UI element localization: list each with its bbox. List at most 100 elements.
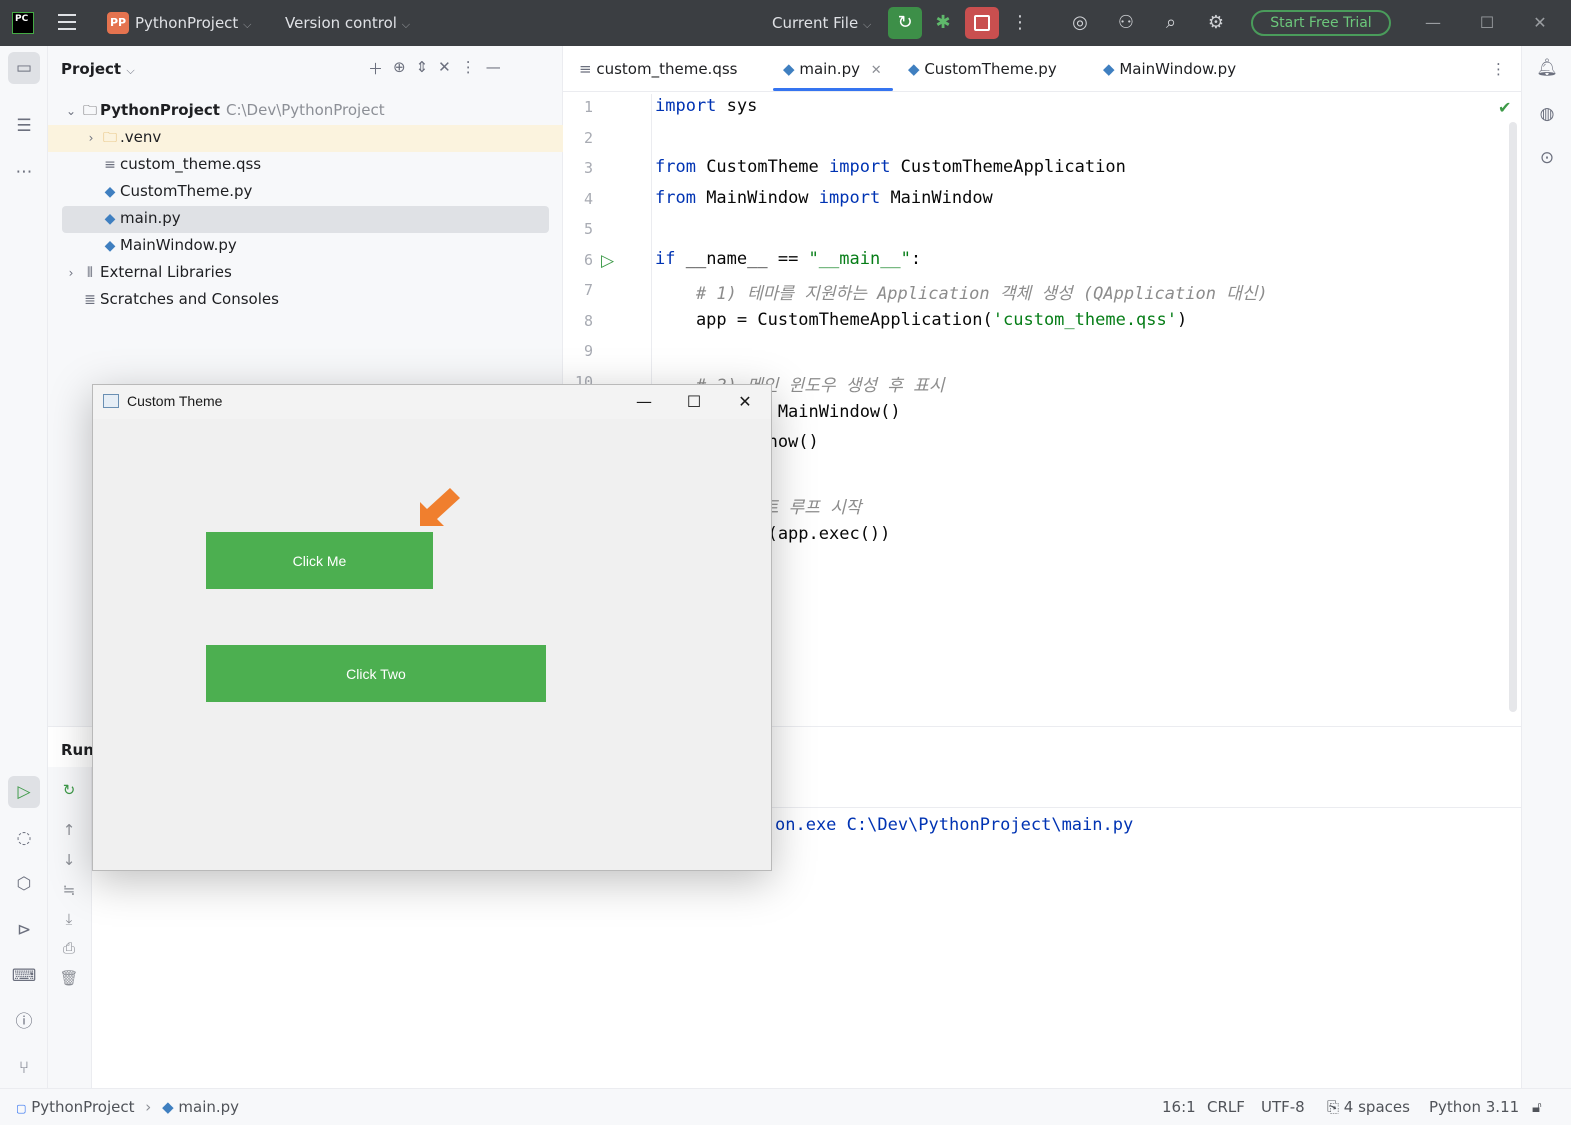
more-tools-button[interactable]: ⋯ bbox=[8, 156, 40, 188]
project-panel-title-text: Project bbox=[61, 60, 122, 78]
python-interpreter[interactable]: Python 3.11 bbox=[1429, 1098, 1519, 1116]
text-file-icon: ≡ bbox=[104, 157, 116, 173]
minimize-icon: — bbox=[1425, 13, 1441, 32]
folder-icon: 🗀 bbox=[103, 130, 117, 146]
qt-minimize-button[interactable]: — bbox=[629, 390, 659, 414]
code-line-4: from MainWindow import MainWindow bbox=[655, 188, 993, 208]
services-button[interactable]: ⊳ bbox=[8, 914, 40, 946]
tree-item-label: main.py bbox=[120, 209, 181, 227]
project-switcher[interactable]: PythonProject ⌵ bbox=[135, 14, 251, 32]
gear-icon: ⚙ bbox=[1207, 12, 1225, 33]
tab-options-button[interactable]: ⋮ bbox=[1491, 60, 1506, 78]
rerun-icon[interactable]: ↻ bbox=[58, 781, 80, 803]
tab-main-py[interactable]: ◆ main.py ✕ bbox=[783, 60, 882, 78]
maximize-button[interactable]: ☐ bbox=[1472, 10, 1502, 36]
problems-button[interactable]: ⓘ bbox=[8, 1006, 40, 1038]
arrow-down-icon[interactable]: ↓ bbox=[58, 851, 80, 873]
minimize-button[interactable]: — bbox=[1418, 10, 1448, 36]
tree-item-venv[interactable]: › 🗀 .venv bbox=[82, 124, 162, 151]
qt-close-button[interactable]: ✕ bbox=[730, 390, 760, 414]
tab-custom-theme-qss[interactable]: ≡ custom_theme.qss bbox=[579, 60, 737, 78]
lock-icon[interactable]: 🔓︎ bbox=[1532, 1098, 1542, 1116]
python-file-icon: ◆ bbox=[162, 1098, 174, 1116]
breadcrumb-file[interactable]: main.py bbox=[178, 1098, 239, 1116]
tree-item-external-libraries[interactable]: › ⫴ External Libraries bbox=[62, 259, 232, 286]
code-keyword: from bbox=[655, 188, 696, 208]
python-console-button[interactable]: ◌ bbox=[8, 822, 40, 854]
tree-item-project-root[interactable]: ⌄ 🗀 PythonProject C:\Dev\PythonProject bbox=[62, 97, 385, 124]
code-text: __name__ == bbox=[675, 249, 809, 269]
main-menu-icon[interactable] bbox=[58, 14, 76, 30]
editor-scrollbar[interactable] bbox=[1509, 122, 1517, 712]
breadcrumb-project[interactable]: PythonProject bbox=[31, 1098, 134, 1116]
qt-window-titlebar[interactable]: Custom Theme — ☐ ✕ bbox=[93, 385, 771, 419]
chevron-down-icon: ⌵ bbox=[401, 18, 411, 31]
project-tool-button[interactable]: ▭ bbox=[8, 52, 40, 84]
close-button[interactable]: ✕ bbox=[1525, 10, 1555, 36]
qt-window-title: Custom Theme bbox=[127, 393, 223, 409]
tree-item-mainwindow[interactable]: ◆ MainWindow.py bbox=[100, 232, 237, 259]
stop-icon bbox=[974, 15, 990, 31]
project-panel-toolbar: ＋ ⊕ ⇕ ✕ ⋮ — bbox=[368, 58, 501, 79]
python-packages-button[interactable]: ⬡ bbox=[8, 868, 40, 900]
git-button[interactable]: ⑂ bbox=[8, 1052, 40, 1084]
version-control-menu[interactable]: Version control ⌵ bbox=[285, 14, 410, 32]
tab-mainwindow-py[interactable]: ◆ MainWindow.py bbox=[1103, 60, 1236, 78]
click-two-button[interactable]: Click Two bbox=[206, 645, 546, 702]
terminal-button[interactable]: ⌨ bbox=[8, 960, 40, 992]
more-vertical-icon: ⋮ bbox=[1491, 60, 1506, 78]
line-number: 8 bbox=[583, 312, 593, 330]
project-panel-title[interactable]: Project ⌵ bbox=[61, 60, 135, 78]
add-icon[interactable]: ＋ bbox=[368, 58, 383, 79]
debug-button[interactable]: ✱ bbox=[930, 10, 956, 36]
bug-icon: ✱ bbox=[935, 12, 951, 33]
rerun-button[interactable]: ↻ bbox=[888, 7, 922, 39]
locate-icon[interactable]: ⊕ bbox=[393, 58, 406, 79]
run-config-selector[interactable]: Current File ⌵ bbox=[772, 14, 871, 32]
library-icon: ⫴ bbox=[87, 265, 93, 281]
collapse-all-icon[interactable]: ✕ bbox=[438, 58, 451, 79]
stop-button[interactable] bbox=[965, 7, 999, 39]
tree-item-customtheme[interactable]: ◆ CustomTheme.py bbox=[100, 178, 253, 205]
more-actions-button[interactable]: ⋮ bbox=[1007, 10, 1033, 36]
run-gutter-icon[interactable]: ▷ bbox=[601, 251, 614, 271]
tree-item-qss[interactable]: ≡ custom_theme.qss bbox=[100, 151, 261, 178]
code-string: "__main__" bbox=[808, 249, 911, 269]
arrow-up-icon[interactable]: ↑ bbox=[58, 821, 80, 843]
line-number: 2 bbox=[583, 129, 593, 147]
code-with-me-button[interactable]: ⚇ bbox=[1113, 10, 1139, 36]
options-icon[interactable]: ⋮ bbox=[461, 58, 476, 79]
python-file-icon: ◆ bbox=[783, 60, 795, 78]
editor-tabs: ≡ custom_theme.qss ◆ main.py ✕ ◆ CustomT… bbox=[563, 46, 1521, 92]
tab-customtheme-py[interactable]: ◆ CustomTheme.py bbox=[908, 60, 1057, 78]
run-tool-button[interactable]: ▷ bbox=[8, 776, 40, 808]
project-badge: PP bbox=[107, 12, 129, 34]
indent-setting[interactable]: ⎘ 4 spaces bbox=[1327, 1098, 1410, 1116]
tree-item-scratches[interactable]: ≣ Scratches and Consoles bbox=[80, 286, 279, 313]
code-keyword: import bbox=[655, 96, 717, 116]
soft-wrap-icon[interactable]: ≒ bbox=[58, 881, 80, 903]
close-icon[interactable]: ✕ bbox=[871, 63, 882, 78]
file-encoding[interactable]: UTF-8 bbox=[1261, 1098, 1305, 1116]
start-free-trial-button[interactable]: Start Free Trial bbox=[1251, 10, 1391, 36]
caret-position[interactable]: 16:1 bbox=[1162, 1098, 1196, 1116]
expand-all-icon[interactable]: ⇕ bbox=[416, 58, 429, 79]
scroll-to-end-icon[interactable]: ⤓ bbox=[58, 910, 80, 932]
qt-maximize-button[interactable]: ☐ bbox=[679, 390, 709, 414]
notifications-icon[interactable]: 🔔︎ bbox=[1534, 58, 1560, 84]
settings-button[interactable]: ⚙ bbox=[1203, 10, 1229, 36]
search-icon: ⌕ bbox=[1165, 12, 1177, 33]
coverage-icon[interactable]: ⊙ bbox=[1534, 148, 1560, 174]
hide-panel-icon[interactable]: — bbox=[486, 58, 501, 79]
ai-assistant-button[interactable]: ◎ bbox=[1067, 10, 1093, 36]
trash-icon[interactable]: 🗑︎ bbox=[58, 969, 80, 991]
inspection-ok-icon[interactable]: ✔ bbox=[1498, 98, 1511, 117]
search-button[interactable]: ⌕ bbox=[1158, 10, 1184, 36]
structure-tool-button[interactable]: ☰ bbox=[8, 110, 40, 142]
chevron-down-icon: ⌵ bbox=[863, 18, 872, 31]
ai-chat-icon[interactable]: ◍ bbox=[1534, 104, 1560, 130]
tree-item-main[interactable]: ◆ main.py bbox=[100, 205, 181, 232]
print-icon[interactable]: ⎙ bbox=[58, 939, 80, 961]
click-me-button[interactable]: Click Me bbox=[206, 532, 433, 589]
line-separator[interactable]: CRLF bbox=[1207, 1098, 1245, 1116]
